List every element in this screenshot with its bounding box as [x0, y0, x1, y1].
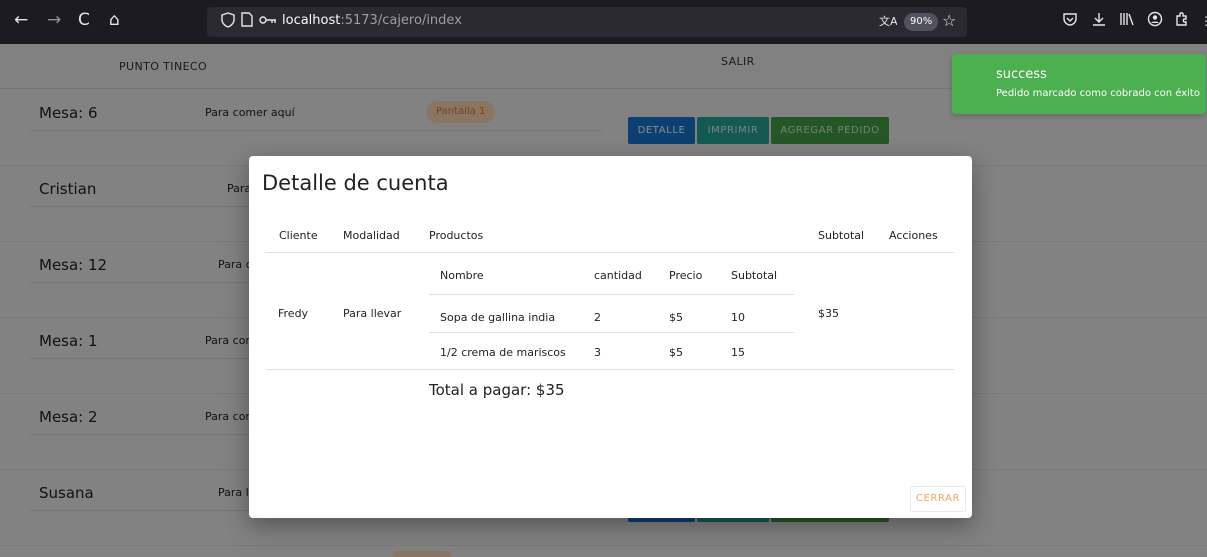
address-bar[interactable]: localhost:5173/cajero/index 文A 90% ☆ [207, 7, 967, 37]
menu-icon[interactable]: ⋮ [1200, 11, 1207, 31]
order-modality: Para llevar [343, 307, 402, 320]
bookmark-star-icon[interactable]: ☆ [942, 11, 956, 30]
pocket-icon[interactable] [1062, 11, 1078, 32]
translate-icon[interactable]: 文A [879, 13, 898, 33]
download-icon[interactable] [1091, 11, 1107, 32]
product-header-subtotal: Subtotal [731, 269, 778, 282]
product-header-qty: cantidad [594, 269, 642, 282]
back-icon[interactable]: ← [14, 10, 28, 30]
home-icon[interactable]: ⌂ [109, 10, 120, 30]
order-client: Fredy [278, 307, 309, 320]
account-detail-dialog: Detalle de cuenta Cliente Modalidad Prod… [249, 156, 972, 518]
zoom-level[interactable]: 90% [904, 13, 939, 31]
url-text: localhost:5173/cajero/index [282, 13, 462, 28]
forward-icon[interactable]: → [47, 10, 61, 30]
product-header-divider [429, 294, 794, 295]
library-icon[interactable] [1119, 11, 1135, 32]
column-header-subtotal: Subtotal [818, 229, 865, 242]
total-amount: Total a pagar: $35 [429, 381, 565, 399]
extensions-icon[interactable] [1174, 11, 1190, 32]
column-header-products: Productos [429, 229, 484, 242]
product-row-divider [429, 332, 794, 333]
column-header-client: Cliente [279, 229, 318, 242]
account-icon[interactable] [1147, 11, 1163, 32]
product-name: Sopa de gallina india [440, 311, 556, 324]
product-subtotal: 10 [731, 311, 745, 324]
browser-toolbar: ← → C ⌂ localhost:5173/cajero/index 文A 9… [0, 0, 1207, 44]
page-icon[interactable] [241, 12, 253, 31]
product-qty: 2 [594, 311, 601, 324]
product-price: $5 [669, 346, 683, 359]
product-header-name: Nombre [440, 269, 484, 282]
toast-title: success [996, 67, 1047, 82]
success-toast[interactable]: success Pedido marcado como cobrado con … [952, 54, 1206, 114]
reload-icon[interactable]: C [78, 10, 90, 30]
product-header-price: Precio [669, 269, 703, 282]
product-name: 1/2 crema de mariscos [440, 346, 566, 359]
key-icon[interactable] [259, 14, 277, 30]
product-qty: 3 [594, 346, 601, 359]
product-subtotal: 15 [731, 346, 745, 359]
toast-message: Pedido marcado como cobrado con éxito [996, 88, 1200, 99]
column-header-actions: Acciones [889, 229, 938, 242]
table-bottom-divider [266, 369, 954, 370]
product-price: $5 [669, 311, 683, 324]
shield-icon[interactable] [221, 12, 235, 32]
header-divider [266, 252, 954, 253]
close-button[interactable]: CERRAR [910, 486, 966, 512]
svg-text:文A: 文A [879, 14, 897, 28]
column-header-modality: Modalidad [343, 229, 400, 242]
dialog-title: Detalle de cuenta [262, 171, 449, 195]
order-subtotal: $35 [818, 307, 839, 320]
